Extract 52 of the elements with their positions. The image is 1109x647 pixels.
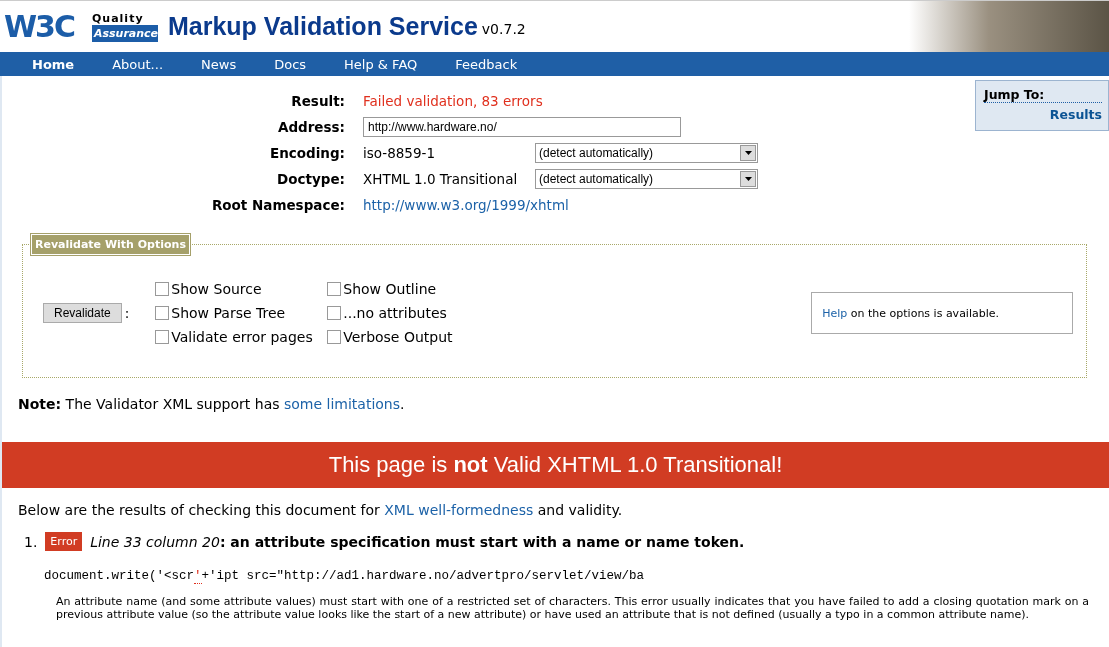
field-label: Encoding: [268,144,345,163]
result-text: Failed validation, 83 errors [363,92,543,111]
checkbox[interactable] [155,282,170,296]
address-field[interactable]: http://www.hardware.no/ [363,117,681,137]
checkbox-label: Show Parse Tree [171,304,286,323]
checkbox-label: Validate error pages [171,328,313,347]
field-value: iso-8859-1 [363,144,436,163]
field-value: XHTML 1.0 Transitional [363,170,519,189]
nav-link[interactable]: Help & FAQ [344,56,418,72]
jump-to-label: Jump To: [984,87,1102,103]
error-badge: Error [45,532,83,551]
checkbox[interactable] [327,330,342,344]
checkbox-label: Verbose Output [343,328,453,347]
well-formedness-link[interactable]: XML well-formedness [384,502,534,518]
help-text: Help on the options is available. [822,306,1000,320]
nav-link[interactable]: Docs [274,56,307,72]
page-title: Markup Validation Service [168,12,478,41]
invalid-banner: This page is not Valid XHTML 1.0 Transitional! [2,442,1109,488]
dropdown-arrow-icon [744,177,752,181]
nav-link[interactable]: Home [32,56,75,72]
field-label: Result: [290,92,345,111]
checkbox[interactable] [327,282,342,296]
dropdown-arrow-icon [744,151,752,155]
code-excerpt: document.write('<scr'+'ipt src="http://ad1.hardware.no/advertpro/servlet/view/ba [44,569,646,583]
error-message: Line 33 column 20: an attribute specification must start with a name or name token. [90,533,745,550]
limitations-link[interactable]: some limitations [283,396,400,412]
field-label: Root Namespace: [210,196,345,215]
checkbox-label: Show Source [171,280,262,299]
checkbox[interactable] [155,330,170,344]
w3c-logo[interactable]: W3C [4,9,74,44]
checkbox-label: Show Outline [343,280,437,299]
intro-text: Below are the results of checking this document for XML well-formedness and validity. [18,502,624,518]
nav-link[interactable]: News [201,56,237,72]
revalidate-button[interactable]: Revalidate [43,303,122,323]
checkbox[interactable] [155,306,170,320]
version-label: v0.7.2 [481,20,526,37]
results-link[interactable]: Results [1049,107,1102,122]
help-link[interactable]: Help [822,306,848,320]
dropdown[interactable]: (detect automatically) [535,143,758,163]
nav-link[interactable]: Feedback [455,56,518,72]
checkbox-label: ...no attributes [343,304,447,323]
field-label: Doctype: [276,170,345,189]
checkbox[interactable] [327,306,342,320]
error-explanation: An attribute name (and some attribute values) must start with one of a restricted set of characters. This error usually indicates that you have failed to add a closing quotation mark on a previous attribute value (so the attribute value looks like the start of a new attribute) or have used an attribute that is not defined (usually a typo in a common attribute name). [56,595,1089,621]
namespace-link[interactable]: http://www.w3.org/1999/xhtml [363,194,569,216]
list-number: 1. [24,533,38,550]
nav-link[interactable]: About... [112,56,164,72]
options-legend: Revalidate With Options [31,234,190,255]
note-text: Note: The Validator XML support has some limitations. [18,396,406,412]
field-label: Address: [276,118,345,137]
dropdown[interactable]: (detect automatically) [535,169,758,189]
colon-label: : [124,305,130,321]
